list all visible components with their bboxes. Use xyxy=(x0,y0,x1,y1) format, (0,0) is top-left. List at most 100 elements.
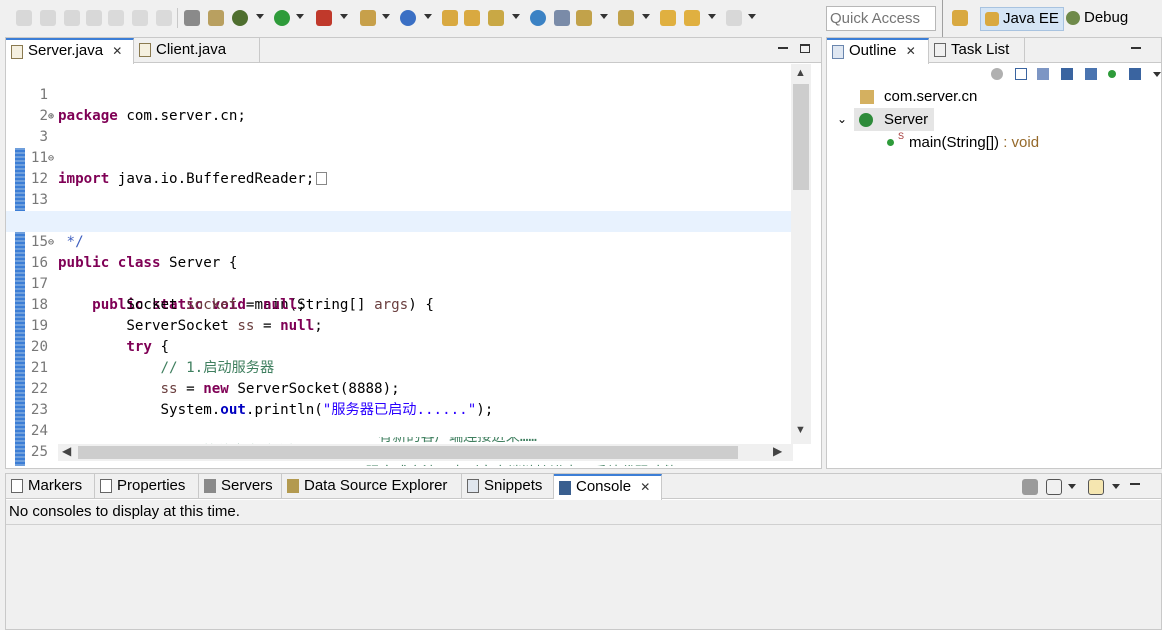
step-over-icon[interactable] xyxy=(132,10,148,26)
class-icon xyxy=(859,113,873,127)
chevron-down-icon[interactable] xyxy=(708,14,716,19)
collapse-all-icon[interactable] xyxy=(1015,68,1027,80)
tab-label: Servers xyxy=(221,477,273,494)
task-icon[interactable] xyxy=(184,10,200,26)
code-editor[interactable]: 1 package com.server.cn; 2 3 ⊕ import ja… xyxy=(6,64,818,466)
perspective-label: Debug xyxy=(1084,9,1129,26)
chevron-down-icon[interactable]: ⌄ xyxy=(837,108,847,131)
view-controls xyxy=(1131,42,1153,56)
expand-fold-icon[interactable]: ⊕ xyxy=(48,106,54,127)
forward-icon[interactable] xyxy=(726,10,742,26)
console-message: No consoles to display at this time. xyxy=(9,503,240,520)
chevron-down-icon[interactable] xyxy=(1068,484,1076,489)
perspective-label: Java EE xyxy=(1003,10,1059,27)
close-icon[interactable]: ✕ xyxy=(906,44,916,58)
tab-markers[interactable]: Markers xyxy=(6,474,95,499)
code-line: 17 Socket socket = null; xyxy=(6,253,791,313)
next-annotation-icon[interactable] xyxy=(576,10,592,26)
java-file-icon xyxy=(11,45,23,59)
chevron-down-icon[interactable] xyxy=(642,14,650,19)
perspective-java-ee[interactable]: Java EE xyxy=(980,7,1064,31)
code-line: 16 ⊖ public static void main(String[] ar… xyxy=(6,232,791,313)
chevron-down-icon[interactable] xyxy=(256,14,264,19)
minimize-icon[interactable] xyxy=(1131,46,1141,49)
tab-snippets[interactable]: Snippets xyxy=(462,474,554,499)
public-method-icon xyxy=(887,139,894,146)
chevron-down-icon[interactable] xyxy=(382,14,390,19)
debug-icon[interactable] xyxy=(232,10,248,26)
code-line: 23 xyxy=(6,379,791,418)
last-edit-location-icon[interactable] xyxy=(660,10,676,26)
chevron-down-icon[interactable] xyxy=(748,14,756,19)
disconnect-icon[interactable] xyxy=(86,10,102,26)
globe-icon[interactable] xyxy=(530,10,546,26)
search-icon[interactable] xyxy=(488,10,504,26)
open-console-icon[interactable] xyxy=(1088,479,1104,495)
resume-icon[interactable] xyxy=(40,10,56,26)
focus-icon[interactable] xyxy=(991,68,1003,80)
step-return-icon[interactable] xyxy=(156,10,172,26)
display-console-icon[interactable] xyxy=(1046,479,1062,495)
hide-non-public-icon[interactable] xyxy=(1108,70,1116,78)
perspective-debug[interactable]: Debug xyxy=(1062,7,1132,31)
tab-servers[interactable]: Servers xyxy=(199,474,282,499)
chevron-down-icon[interactable] xyxy=(1112,484,1120,489)
outline-icon xyxy=(832,45,844,59)
open-resource-icon[interactable] xyxy=(464,10,480,26)
chevron-down-icon[interactable] xyxy=(424,14,432,19)
new-java-project-icon[interactable] xyxy=(360,10,376,26)
tab-data-source-explorer[interactable]: Data Source Explorer xyxy=(282,474,462,499)
chevron-down-icon[interactable] xyxy=(512,14,520,19)
chevron-down-icon[interactable] xyxy=(1153,72,1161,77)
tab-label: Server.java xyxy=(28,42,104,59)
hide-fields-icon[interactable] xyxy=(1061,68,1073,80)
editor-horizontal-scrollbar[interactable]: ◀ ▶ xyxy=(58,444,793,461)
pin-console-icon[interactable] xyxy=(1022,479,1038,495)
tree-item-package[interactable]: com.server.cn xyxy=(827,85,1159,108)
tree-item-class[interactable]: ⌄ Server xyxy=(827,108,1159,131)
collapse-fold-icon[interactable]: ⊖ xyxy=(48,148,54,169)
tab-outline[interactable]: Outline ✕ xyxy=(827,38,929,64)
close-icon[interactable]: ✕ xyxy=(112,44,122,58)
editor-tab-bar: Server.java ✕ Client.java xyxy=(6,38,821,64)
tab-console[interactable]: Console ✕ xyxy=(554,474,662,500)
task-list-icon xyxy=(934,43,946,57)
hide-static-icon[interactable] xyxy=(1085,68,1097,80)
open-type-icon[interactable] xyxy=(442,10,458,26)
close-icon[interactable]: ✕ xyxy=(640,480,650,494)
chevron-down-icon[interactable] xyxy=(296,14,304,19)
scroll-thumb[interactable] xyxy=(78,446,738,459)
step-into-icon[interactable] xyxy=(108,10,124,26)
hide-local-types-icon[interactable] xyxy=(1129,68,1141,80)
tab-server-java[interactable]: Server.java ✕ xyxy=(6,38,134,64)
scroll-up-icon[interactable]: ▲ xyxy=(795,67,806,79)
back-icon[interactable] xyxy=(684,10,700,26)
new-class-icon[interactable] xyxy=(400,10,416,26)
chevron-down-icon[interactable] xyxy=(600,14,608,19)
quick-access-input[interactable] xyxy=(826,6,936,31)
tab-client-java[interactable]: Client.java xyxy=(134,38,260,63)
new-server-icon[interactable] xyxy=(208,10,224,26)
editor-vertical-scrollbar[interactable]: ▲ ▼ xyxy=(791,64,811,444)
run-icon[interactable] xyxy=(274,10,290,26)
external-tools-icon[interactable] xyxy=(316,10,332,26)
tab-properties[interactable]: Properties xyxy=(95,474,199,499)
minimize-icon[interactable] xyxy=(1130,482,1140,485)
scroll-left-icon[interactable]: ◀ xyxy=(62,444,71,458)
scroll-down-icon[interactable]: ▼ xyxy=(795,424,806,436)
open-perspective-icon[interactable] xyxy=(952,10,968,26)
console-view[interactable]: No consoles to display at this time. xyxy=(6,500,1161,629)
sort-icon[interactable] xyxy=(1037,68,1049,80)
suspend-icon[interactable] xyxy=(64,10,80,26)
toggle-mark-occurrences-icon[interactable] xyxy=(554,10,570,26)
maximize-icon[interactable] xyxy=(800,44,810,53)
skip-breakpoints-icon[interactable] xyxy=(16,10,32,26)
scroll-right-icon[interactable]: ▶ xyxy=(773,444,782,458)
collapse-fold-icon[interactable]: ⊖ xyxy=(48,232,54,253)
scroll-thumb[interactable] xyxy=(793,84,809,190)
previous-annotation-icon[interactable] xyxy=(618,10,634,26)
tree-item-method[interactable]: S main(String[]) : void xyxy=(827,131,1159,154)
tab-task-list[interactable]: Task List xyxy=(929,38,1025,63)
chevron-down-icon[interactable] xyxy=(340,14,348,19)
minimize-icon[interactable] xyxy=(778,46,788,49)
